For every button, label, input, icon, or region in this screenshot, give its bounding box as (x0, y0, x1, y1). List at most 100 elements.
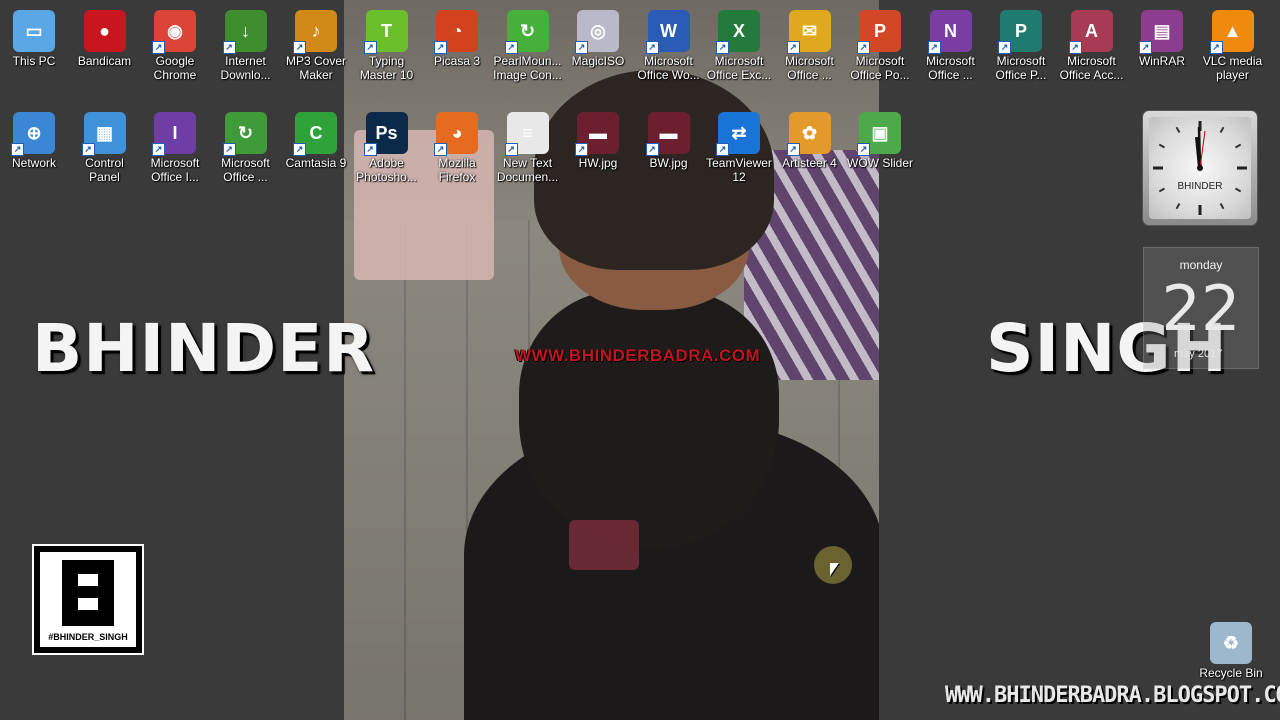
clock-gadget[interactable]: BHINDER (1143, 111, 1257, 225)
photo-watermark: WWW.BHINDERBADRA.COM (515, 346, 761, 365)
desktop-icon-label: Recycle Bin (1199, 666, 1263, 680)
name-left-text: BHINDER (32, 310, 376, 387)
magiciso-icon: ◎ ↗ (575, 10, 619, 54)
desktop-icon-outlook[interactable]: ✉ ↗ Microsoft Office ... (775, 2, 845, 82)
desktop-icon-photoshop[interactable]: Ps ↗ Adobe Photosho... (352, 104, 422, 184)
desktop-icon-label: WinRAR (1138, 54, 1185, 68)
desktop-icon-access[interactable]: A ↗ Microsoft Office Acc... (1057, 2, 1127, 82)
desktop-icon-office-upload[interactable]: ↻ ↗ Microsoft Office ... (211, 104, 281, 184)
shortcut-arrow-icon: ↗ (222, 41, 236, 54)
desktop-icon-onenote[interactable]: N ↗ Microsoft Office ... (916, 2, 986, 82)
desktop-icon-mp3-cover[interactable]: ♪ ↗ MP3 Cover Maker (281, 2, 351, 82)
wow-slider-icon: ▣ ↗ (857, 112, 901, 156)
footer-url: WWW.BHINDERBADRA.BLOGSPOT.COM (945, 683, 1280, 708)
shortcut-arrow-icon: ↗ (152, 143, 165, 156)
desktop-icon-this-pc[interactable]: ▭ This PC (0, 2, 69, 68)
desktop-icon-vlc[interactable]: ▲ ↗ VLC media player (1198, 2, 1268, 82)
desktop-icon-network[interactable]: ⊕ ↗ Network (0, 104, 69, 170)
mouse-cursor-icon (830, 563, 839, 576)
desktop-icon-picasa[interactable]: ◔ ↗ Picasa 3 (422, 2, 492, 68)
shortcut-arrow-icon: ↗ (293, 143, 306, 156)
desktop-icon-label: Bandicam (77, 54, 132, 68)
image-file-icon: ▬ ↗ (645, 112, 690, 156)
desktop-icon-label: HW.jpg (578, 156, 618, 170)
desktop-icon-label: Artisteer 4 (782, 156, 837, 170)
desktop-icon-bandicam[interactable]: ● Bandicam (70, 2, 140, 68)
desktop-icon-label: Network (11, 156, 56, 170)
shortcut-arrow-icon: ↗ (645, 143, 659, 156)
calendar-weekday: monday (1179, 258, 1223, 272)
mp3-cover-icon: ♪ ↗ (293, 10, 337, 54)
desktop-icon-label: Picasa 3 (433, 54, 481, 68)
winrar-icon: ▤ ↗ (1139, 10, 1183, 54)
chrome-icon: ◉ ↗ (152, 10, 196, 54)
desktop-icon-image-file[interactable]: ▬ ↗ BW.jpg (634, 104, 704, 170)
desktop-icon-label: Control Panel (85, 156, 124, 184)
publisher-icon: P ↗ (998, 10, 1042, 54)
shortcut-arrow-icon: ↗ (1209, 41, 1223, 54)
desktop-icon-publisher[interactable]: P ↗ Microsoft Office P... (986, 2, 1056, 82)
desktop-icon-word[interactable]: W ↗ Microsoft Office Wo... (634, 2, 704, 82)
camtasia-icon: C ↗ (293, 112, 337, 156)
this-pc-icon: ▭ (13, 10, 55, 52)
shortcut-arrow-icon: ↗ (152, 41, 165, 54)
vlc-icon: ▲ ↗ (1209, 10, 1254, 54)
shortcut-arrow-icon: ↗ (575, 143, 588, 156)
picasa-icon: ◔ ↗ (434, 10, 478, 54)
artisteer-icon: ✿ ↗ (786, 112, 831, 156)
desktop-icon-pearlmountain[interactable]: ↻ ↗ PearlMoun... Image Con... (493, 2, 563, 82)
desktop-icon-powerpoint[interactable]: P ↗ Microsoft Office Po... (845, 2, 915, 82)
shortcut-arrow-icon: ↗ (575, 41, 588, 54)
shortcut-arrow-icon: ↗ (998, 41, 1011, 54)
desktop-icon-label: PearlMoun... Image Con... (493, 54, 562, 82)
desktop-icon-label: Microsoft Office Acc... (1059, 54, 1124, 82)
wallpaper-person-beard (519, 290, 779, 550)
word-icon: W ↗ (645, 10, 690, 54)
infopath-icon: I ↗ (152, 112, 196, 156)
office-upload-icon: ↻ ↗ (222, 112, 267, 156)
shortcut-arrow-icon: ↗ (716, 41, 729, 54)
desktop-icon-label: Adobe Photosho... (356, 156, 417, 184)
shortcut-arrow-icon: ↗ (222, 143, 236, 156)
shortcut-arrow-icon: ↗ (927, 41, 941, 54)
desktop-icon-text-document[interactable]: ≡ ↗ New Text Documen... (493, 104, 563, 184)
text-document-icon: ≡ ↗ (504, 112, 549, 156)
desktop-icon-control-panel[interactable]: ▦ ↗ Control Panel (70, 104, 140, 184)
desktop-icon-artisteer[interactable]: ✿ ↗ Artisteer 4 (775, 104, 845, 170)
image-file-icon: ▬ ↗ (575, 112, 619, 156)
outlook-icon: ✉ ↗ (786, 10, 831, 54)
excel-icon: X ↗ (716, 10, 760, 54)
powerpoint-icon: P ↗ (857, 10, 901, 54)
shortcut-arrow-icon: ↗ (504, 41, 518, 54)
logo-inner: #BHINDER_SINGH (40, 552, 136, 647)
desktop-icon-excel[interactable]: X ↗ Microsoft Office Exc... (704, 2, 774, 82)
firefox-icon: ◕ ↗ (434, 112, 478, 156)
desktop-icon-label: Typing Master 10 (359, 54, 414, 82)
desktop-icon-chrome[interactable]: ◉ ↗ Google Chrome (140, 2, 210, 82)
desktop-icon-label: Microsoft Office I... (150, 156, 200, 184)
desktop-icon-label: Microsoft Office Wo... (637, 54, 700, 82)
calendar-gadget[interactable]: monday 22 may 2017 (1143, 247, 1259, 369)
desktop-icon-idm[interactable]: ↓ ↗ Internet Downlo... (211, 2, 281, 82)
desktop-icon-camtasia[interactable]: C ↗ Camtasia 9 (281, 104, 351, 170)
shortcut-arrow-icon: ↗ (1068, 41, 1082, 54)
shortcut-arrow-icon: ↗ (504, 143, 518, 156)
desktop-icon-magiciso[interactable]: ◎ ↗ MagicISO (563, 2, 633, 68)
desktop-icon-label: Camtasia 9 (285, 156, 347, 170)
desktop-icon-recycle-bin[interactable]: ♻ Recycle Bin (1196, 614, 1266, 680)
bandicam-icon: ● (83, 10, 126, 52)
desktop-icon-teamviewer[interactable]: ⇄ ↗ TeamViewer 12 (704, 104, 774, 184)
desktop-icon-image-file[interactable]: ▬ ↗ HW.jpg (563, 104, 633, 170)
desktop-icon-label: Mozilla Firefox (438, 156, 476, 184)
clock-face-icon (1153, 121, 1247, 215)
desktop-icon-wow-slider[interactable]: ▣ ↗ WOW Slider (845, 104, 915, 170)
desktop-icon-winrar[interactable]: ▤ ↗ WinRAR (1127, 2, 1197, 68)
desktop-icon-infopath[interactable]: I ↗ Microsoft Office I... (140, 104, 210, 184)
desktop-icon-typing-master[interactable]: T ↗ Typing Master 10 (352, 2, 422, 82)
desktop-icon-label: New Text Documen... (496, 156, 559, 184)
shortcut-arrow-icon: ↗ (857, 143, 870, 156)
shortcut-arrow-icon: ↗ (645, 41, 659, 54)
desktop-icon-firefox[interactable]: ◕ ↗ Mozilla Firefox (422, 104, 492, 184)
bhinder-singh-logo: #BHINDER_SINGH (32, 544, 144, 655)
desktop-icon-label: Microsoft Office Exc... (706, 54, 772, 82)
